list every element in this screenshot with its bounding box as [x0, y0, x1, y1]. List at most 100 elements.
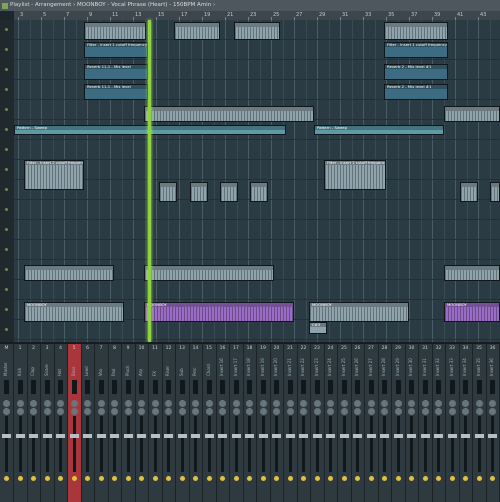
- pattern-clip[interactable]: [220, 182, 238, 202]
- pan-knob[interactable]: [367, 408, 375, 415]
- mixer-channel-strip[interactable]: 18 Insert 18: [243, 344, 257, 502]
- pan-knob[interactable]: [219, 408, 226, 415]
- pan-knob[interactable]: [354, 408, 361, 415]
- track-lane[interactable]: [14, 280, 500, 300]
- mute-button[interactable]: [139, 476, 144, 481]
- pan-knob[interactable]: [30, 408, 37, 415]
- mute-button[interactable]: [341, 476, 347, 481]
- pan-knob[interactable]: [421, 400, 429, 407]
- volume-fader[interactable]: [15, 416, 25, 472]
- pan-knob[interactable]: [273, 408, 280, 415]
- fader-cap[interactable]: [407, 434, 416, 438]
- fader-cap[interactable]: [488, 434, 497, 438]
- track-mute-dot[interactable]: [5, 328, 8, 331]
- fader-cap[interactable]: [434, 434, 443, 438]
- mixer-channel-strip[interactable]: 8 Pad: [108, 344, 122, 502]
- volume-fader[interactable]: [380, 416, 389, 472]
- pan-knob[interactable]: [300, 400, 307, 407]
- track-mute-dot[interactable]: [5, 308, 8, 311]
- mixer-channel-strip[interactable]: 24 Insert 24: [324, 344, 338, 502]
- automation-clip[interactable]: Reverb 2 - Mix level #1: [384, 64, 448, 80]
- pan-knob[interactable]: [381, 400, 388, 407]
- automation-clip[interactable]: Reverb 11-1 - Mix level: [84, 84, 148, 100]
- pattern-clip[interactable]: Filter - Insert 2 cutoff frequency: [324, 160, 386, 190]
- volume-fader[interactable]: [231, 416, 241, 472]
- mute-button[interactable]: [71, 476, 77, 481]
- mixer-channel-strip[interactable]: 28 Insert 28: [378, 344, 392, 502]
- fader-cap[interactable]: [353, 434, 362, 438]
- volume-fader[interactable]: [393, 416, 403, 472]
- fader-cap[interactable]: [272, 434, 281, 438]
- pattern-clip[interactable]: [144, 106, 314, 122]
- volume-fader[interactable]: [69, 416, 79, 472]
- track-lane[interactable]: [14, 160, 500, 180]
- mute-button[interactable]: [382, 476, 387, 481]
- mute-button[interactable]: [463, 476, 468, 481]
- mute-button[interactable]: [58, 476, 63, 481]
- track-lane[interactable]: [14, 200, 500, 220]
- pan-knob[interactable]: [435, 408, 442, 415]
- volume-fader[interactable]: [96, 416, 106, 472]
- pattern-clip[interactable]: Filter - Insert 2 cutoff frequency: [24, 160, 84, 190]
- pan-knob[interactable]: [489, 400, 496, 407]
- pattern-clip[interactable]: [234, 22, 280, 40]
- pan-knob[interactable]: [3, 400, 10, 407]
- pan-knob[interactable]: [178, 400, 186, 407]
- mute-button[interactable]: [44, 476, 50, 481]
- mixer-channel-strip[interactable]: 12 Riser: [162, 344, 176, 502]
- mixer-channel-strip[interactable]: 2 Clap: [27, 344, 41, 502]
- mute-button[interactable]: [247, 476, 252, 481]
- track-lane[interactable]: [14, 220, 500, 240]
- pan-knob[interactable]: [462, 408, 469, 415]
- fader-cap[interactable]: [204, 434, 214, 438]
- fader-cap[interactable]: [123, 434, 133, 438]
- fader-cap[interactable]: [177, 434, 187, 438]
- fader-cap[interactable]: [420, 434, 430, 438]
- mute-button[interactable]: [409, 476, 414, 481]
- pan-knob[interactable]: [327, 408, 334, 415]
- mixer-channel-strip[interactable]: 35 Insert 35: [473, 344, 487, 502]
- mute-button[interactable]: [233, 476, 239, 481]
- volume-fader[interactable]: [434, 416, 443, 472]
- mixer-channel-strip[interactable]: 22 Insert 22: [297, 344, 311, 502]
- track-mute-dot[interactable]: [5, 148, 8, 151]
- pan-knob[interactable]: [246, 408, 253, 415]
- volume-fader[interactable]: [366, 416, 376, 472]
- mute-button[interactable]: [287, 476, 293, 481]
- mixer-channel-strip[interactable]: 27 Insert 27: [365, 344, 379, 502]
- pan-knob[interactable]: [16, 408, 24, 415]
- pan-knob[interactable]: [475, 408, 483, 415]
- mute-button[interactable]: [4, 476, 9, 481]
- pan-knob[interactable]: [30, 400, 37, 407]
- pan-knob[interactable]: [246, 400, 253, 407]
- mixer-channel-strip[interactable]: 34 Insert 34: [459, 344, 473, 502]
- pan-knob[interactable]: [84, 408, 91, 415]
- volume-fader[interactable]: [150, 416, 160, 472]
- mixer-channel-strip[interactable]: 33 Insert 33: [446, 344, 460, 502]
- mute-button[interactable]: [152, 476, 158, 481]
- pan-knob[interactable]: [165, 408, 172, 415]
- pattern-clip[interactable]: [24, 265, 114, 281]
- mute-button[interactable]: [355, 476, 360, 481]
- mute-button[interactable]: [476, 476, 482, 481]
- pattern-clip[interactable]: [384, 22, 448, 40]
- mixer-channel-strip[interactable]: 30 Insert 30: [405, 344, 419, 502]
- volume-fader[interactable]: [353, 416, 362, 472]
- pan-knob[interactable]: [286, 408, 294, 415]
- automation-clip[interactable]: Reverb 2 - Mix level #1: [384, 84, 448, 100]
- track-mute-dot[interactable]: [5, 288, 8, 291]
- pan-knob[interactable]: [408, 408, 415, 415]
- track-lane[interactable]: [14, 140, 500, 160]
- volume-fader[interactable]: [123, 416, 133, 472]
- pan-knob[interactable]: [138, 408, 145, 415]
- mute-button[interactable]: [85, 476, 90, 481]
- mute-button[interactable]: [17, 476, 23, 481]
- mute-button[interactable]: [422, 476, 428, 481]
- fader-cap[interactable]: [150, 434, 160, 438]
- playhead-marker[interactable]: [148, 20, 151, 342]
- pan-knob[interactable]: [259, 400, 267, 407]
- track-header-strip[interactable]: [0, 20, 15, 342]
- fader-cap[interactable]: [110, 434, 119, 438]
- volume-fader[interactable]: [2, 416, 11, 472]
- volume-fader[interactable]: [177, 416, 187, 472]
